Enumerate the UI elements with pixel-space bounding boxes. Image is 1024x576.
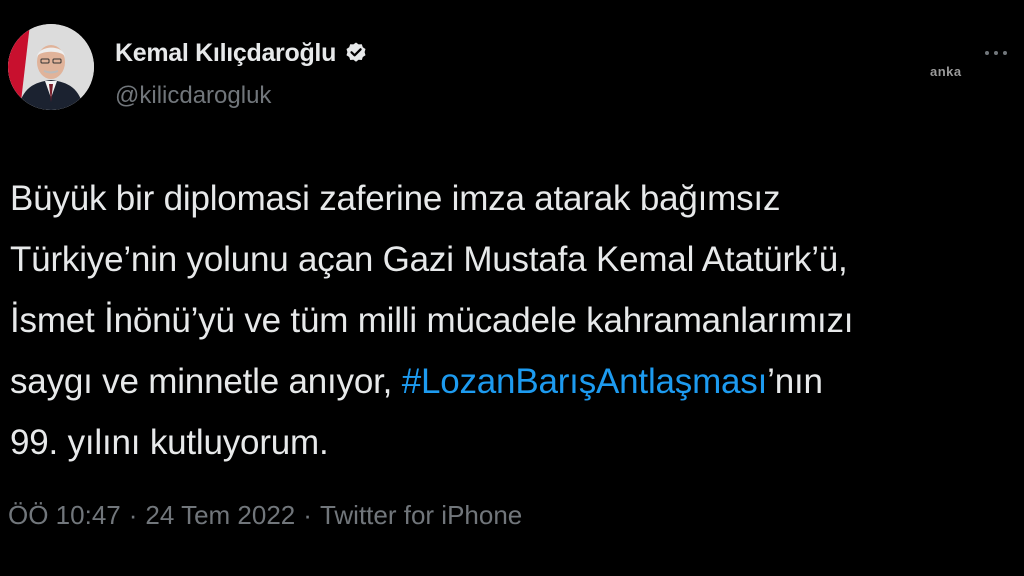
display-name[interactable]: Kemal Kılıçdaroğlu <box>115 39 336 68</box>
avatar-portrait-icon <box>8 24 94 110</box>
tweet-text: Büyük bir diplomasi zaferine imza atarak… <box>10 168 1015 473</box>
author-handle[interactable]: @kilicdarogluk <box>115 82 271 110</box>
tweet-date[interactable]: 24 Tem 2022 <box>145 500 295 531</box>
tweet-line-4-before: saygı ve minnetle anıyor, <box>10 362 402 401</box>
tweet-time[interactable]: ÖÖ 10:47 <box>8 500 121 531</box>
more-options-icon[interactable] <box>985 48 1013 58</box>
tweet-line-3: İsmet İnönü’yü ve tüm milli mücadele kah… <box>10 301 854 340</box>
avatar[interactable] <box>8 24 94 110</box>
tweet-card: Kemal Kılıçdaroğlu @kilicdarogluk anka B… <box>0 0 1024 576</box>
tweet-line-5: 99. yılını kutluyorum. <box>10 423 329 462</box>
author-row: Kemal Kılıçdaroğlu <box>115 38 368 68</box>
hashtag-link[interactable]: #LozanBarışAntlaşması <box>402 362 768 401</box>
tweet-line-4: saygı ve minnetle anıyor, #LozanBarışAnt… <box>10 351 1015 412</box>
tweet-line-1: Büyük bir diplomasi zaferine imza atarak… <box>10 179 781 218</box>
tweet-line-2: Türkiye’nin yolunu açan Gazi Mustafa Kem… <box>10 240 848 279</box>
verified-badge-icon <box>344 41 368 65</box>
meta-separator: · <box>303 500 312 530</box>
tweet-source[interactable]: Twitter for iPhone <box>320 500 522 531</box>
meta-separator: · <box>128 500 138 530</box>
tweet-meta: ÖÖ 10:47 · 24 Tem 2022 · Twitter for iPh… <box>8 500 522 531</box>
anka-watermark: anka <box>930 64 962 79</box>
tweet-line-4-after: ’nın <box>767 362 823 401</box>
